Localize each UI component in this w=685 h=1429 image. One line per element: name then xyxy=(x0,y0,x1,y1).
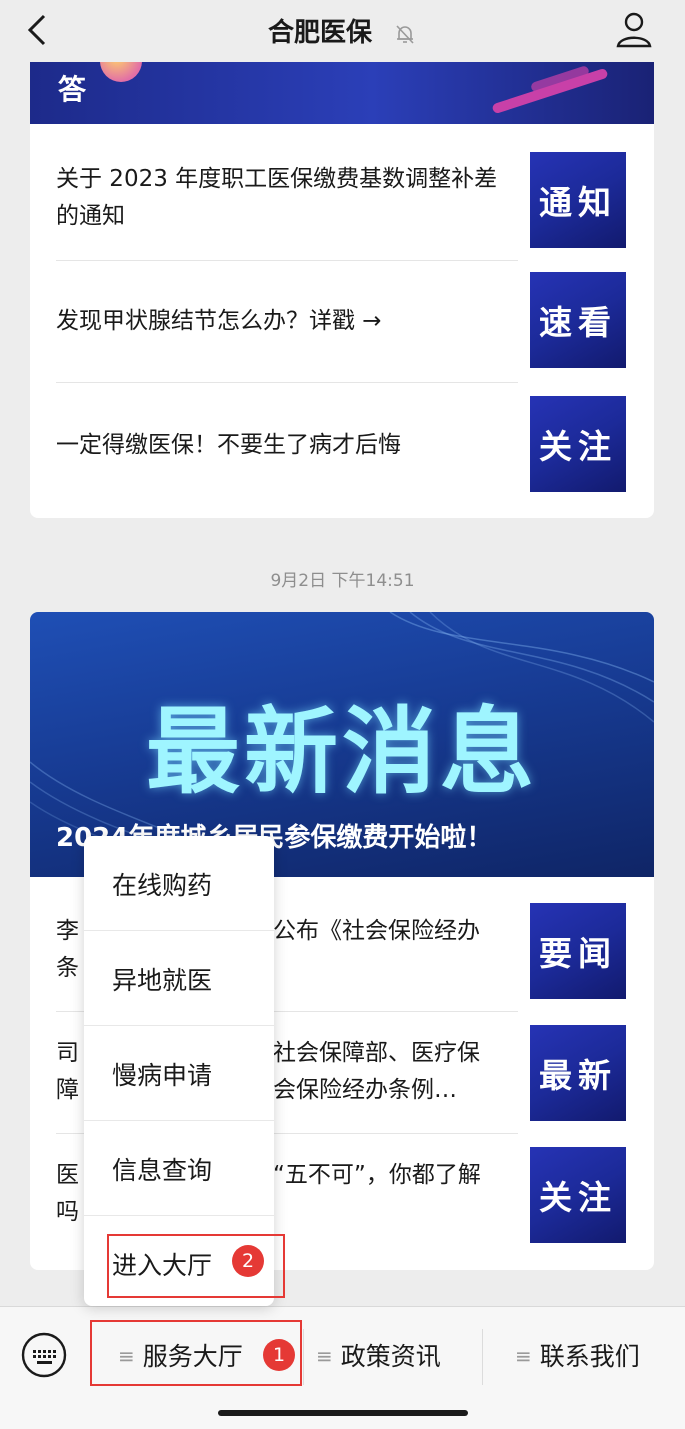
article-title-fragment: 社会保障部、医疗保 xyxy=(273,1040,480,1066)
chat-title-wrap: 合肥医保 xyxy=(0,12,685,49)
tab-label: 联系我们 xyxy=(539,1342,640,1371)
card1-banner[interactable]: 答 xyxy=(30,62,654,124)
article-thumb: 关注 xyxy=(530,396,626,492)
home-indicator[interactable] xyxy=(218,1410,468,1416)
divider xyxy=(303,1329,304,1385)
menu-item-label: 在线购药 xyxy=(112,871,213,900)
menu-item-online-pharmacy[interactable]: 在线购药 xyxy=(84,836,274,931)
divider xyxy=(482,1329,483,1385)
banner-title: 最新消息 xyxy=(145,698,538,807)
article-title-fragment: 会保险经办条例… xyxy=(273,1077,457,1103)
bell-off-icon xyxy=(396,24,414,44)
keyboard-icon[interactable] xyxy=(20,1331,68,1379)
article-thumb: 速看 xyxy=(530,272,626,368)
article-thumb: 最新 xyxy=(530,1025,626,1121)
menu-icon: ≡ xyxy=(316,1344,333,1368)
article-title: 发现甲状腺结节怎么办？详戳 → xyxy=(56,308,382,334)
tab-contact-us[interactable]: ≡ 联系我们 xyxy=(515,1337,640,1373)
user-icon[interactable] xyxy=(613,8,655,50)
article-row[interactable]: 一定得缴医保！不要生了病才后悔 关注 xyxy=(30,382,654,512)
article-title: 关于 2023 年度职工医保缴费基数调整补差的通知 xyxy=(56,166,498,229)
article-thumb: 要闻 xyxy=(530,903,626,999)
article-row[interactable]: 发现甲状腺结节怎么办？详戳 → 速看 xyxy=(30,260,654,382)
article-title-fragment: “五不可”，你都了解 xyxy=(273,1162,481,1188)
tab-policy-news[interactable]: ≡ 政策资讯 xyxy=(316,1337,441,1373)
menu-item-label: 慢病申请 xyxy=(112,1061,213,1090)
step-badge-2: 2 xyxy=(232,1245,264,1277)
article-thumb: 关注 xyxy=(530,1147,626,1243)
banner-char: 答 xyxy=(58,73,87,106)
article-card-1: 答 关于 2023 年度职工医保缴费基数调整补差的通知 通知 发现甲状腺结节怎么… xyxy=(30,62,654,518)
menu-item-label: 信息查询 xyxy=(112,1156,213,1185)
banner-decoration xyxy=(100,62,142,82)
menu-icon: ≡ xyxy=(515,1344,532,1368)
menu-item-remote-medical[interactable]: 异地就医 xyxy=(84,931,274,1026)
message-timestamp: 9月2日 下午14:51 xyxy=(270,571,415,591)
step-badge-1: 1 xyxy=(263,1339,295,1371)
banner-streak xyxy=(491,67,609,115)
menu-item-chronic-application[interactable]: 慢病申请 xyxy=(84,1026,274,1121)
article-title: 一定得缴医保！不要生了病才后悔 xyxy=(56,432,401,458)
menu-item-label: 异地就医 xyxy=(112,966,213,995)
article-thumb: 通知 xyxy=(530,152,626,248)
tab-label: 政策资讯 xyxy=(340,1342,441,1371)
article-row[interactable]: 关于 2023 年度职工医保缴费基数调整补差的通知 通知 xyxy=(30,124,654,260)
chat-header: 合肥医保 xyxy=(0,0,685,62)
chat-title: 合肥医保 xyxy=(267,18,372,48)
menu-item-info-query[interactable]: 信息查询 xyxy=(84,1121,274,1216)
article-title-fragment: 公布《社会保险经办 xyxy=(273,918,480,944)
